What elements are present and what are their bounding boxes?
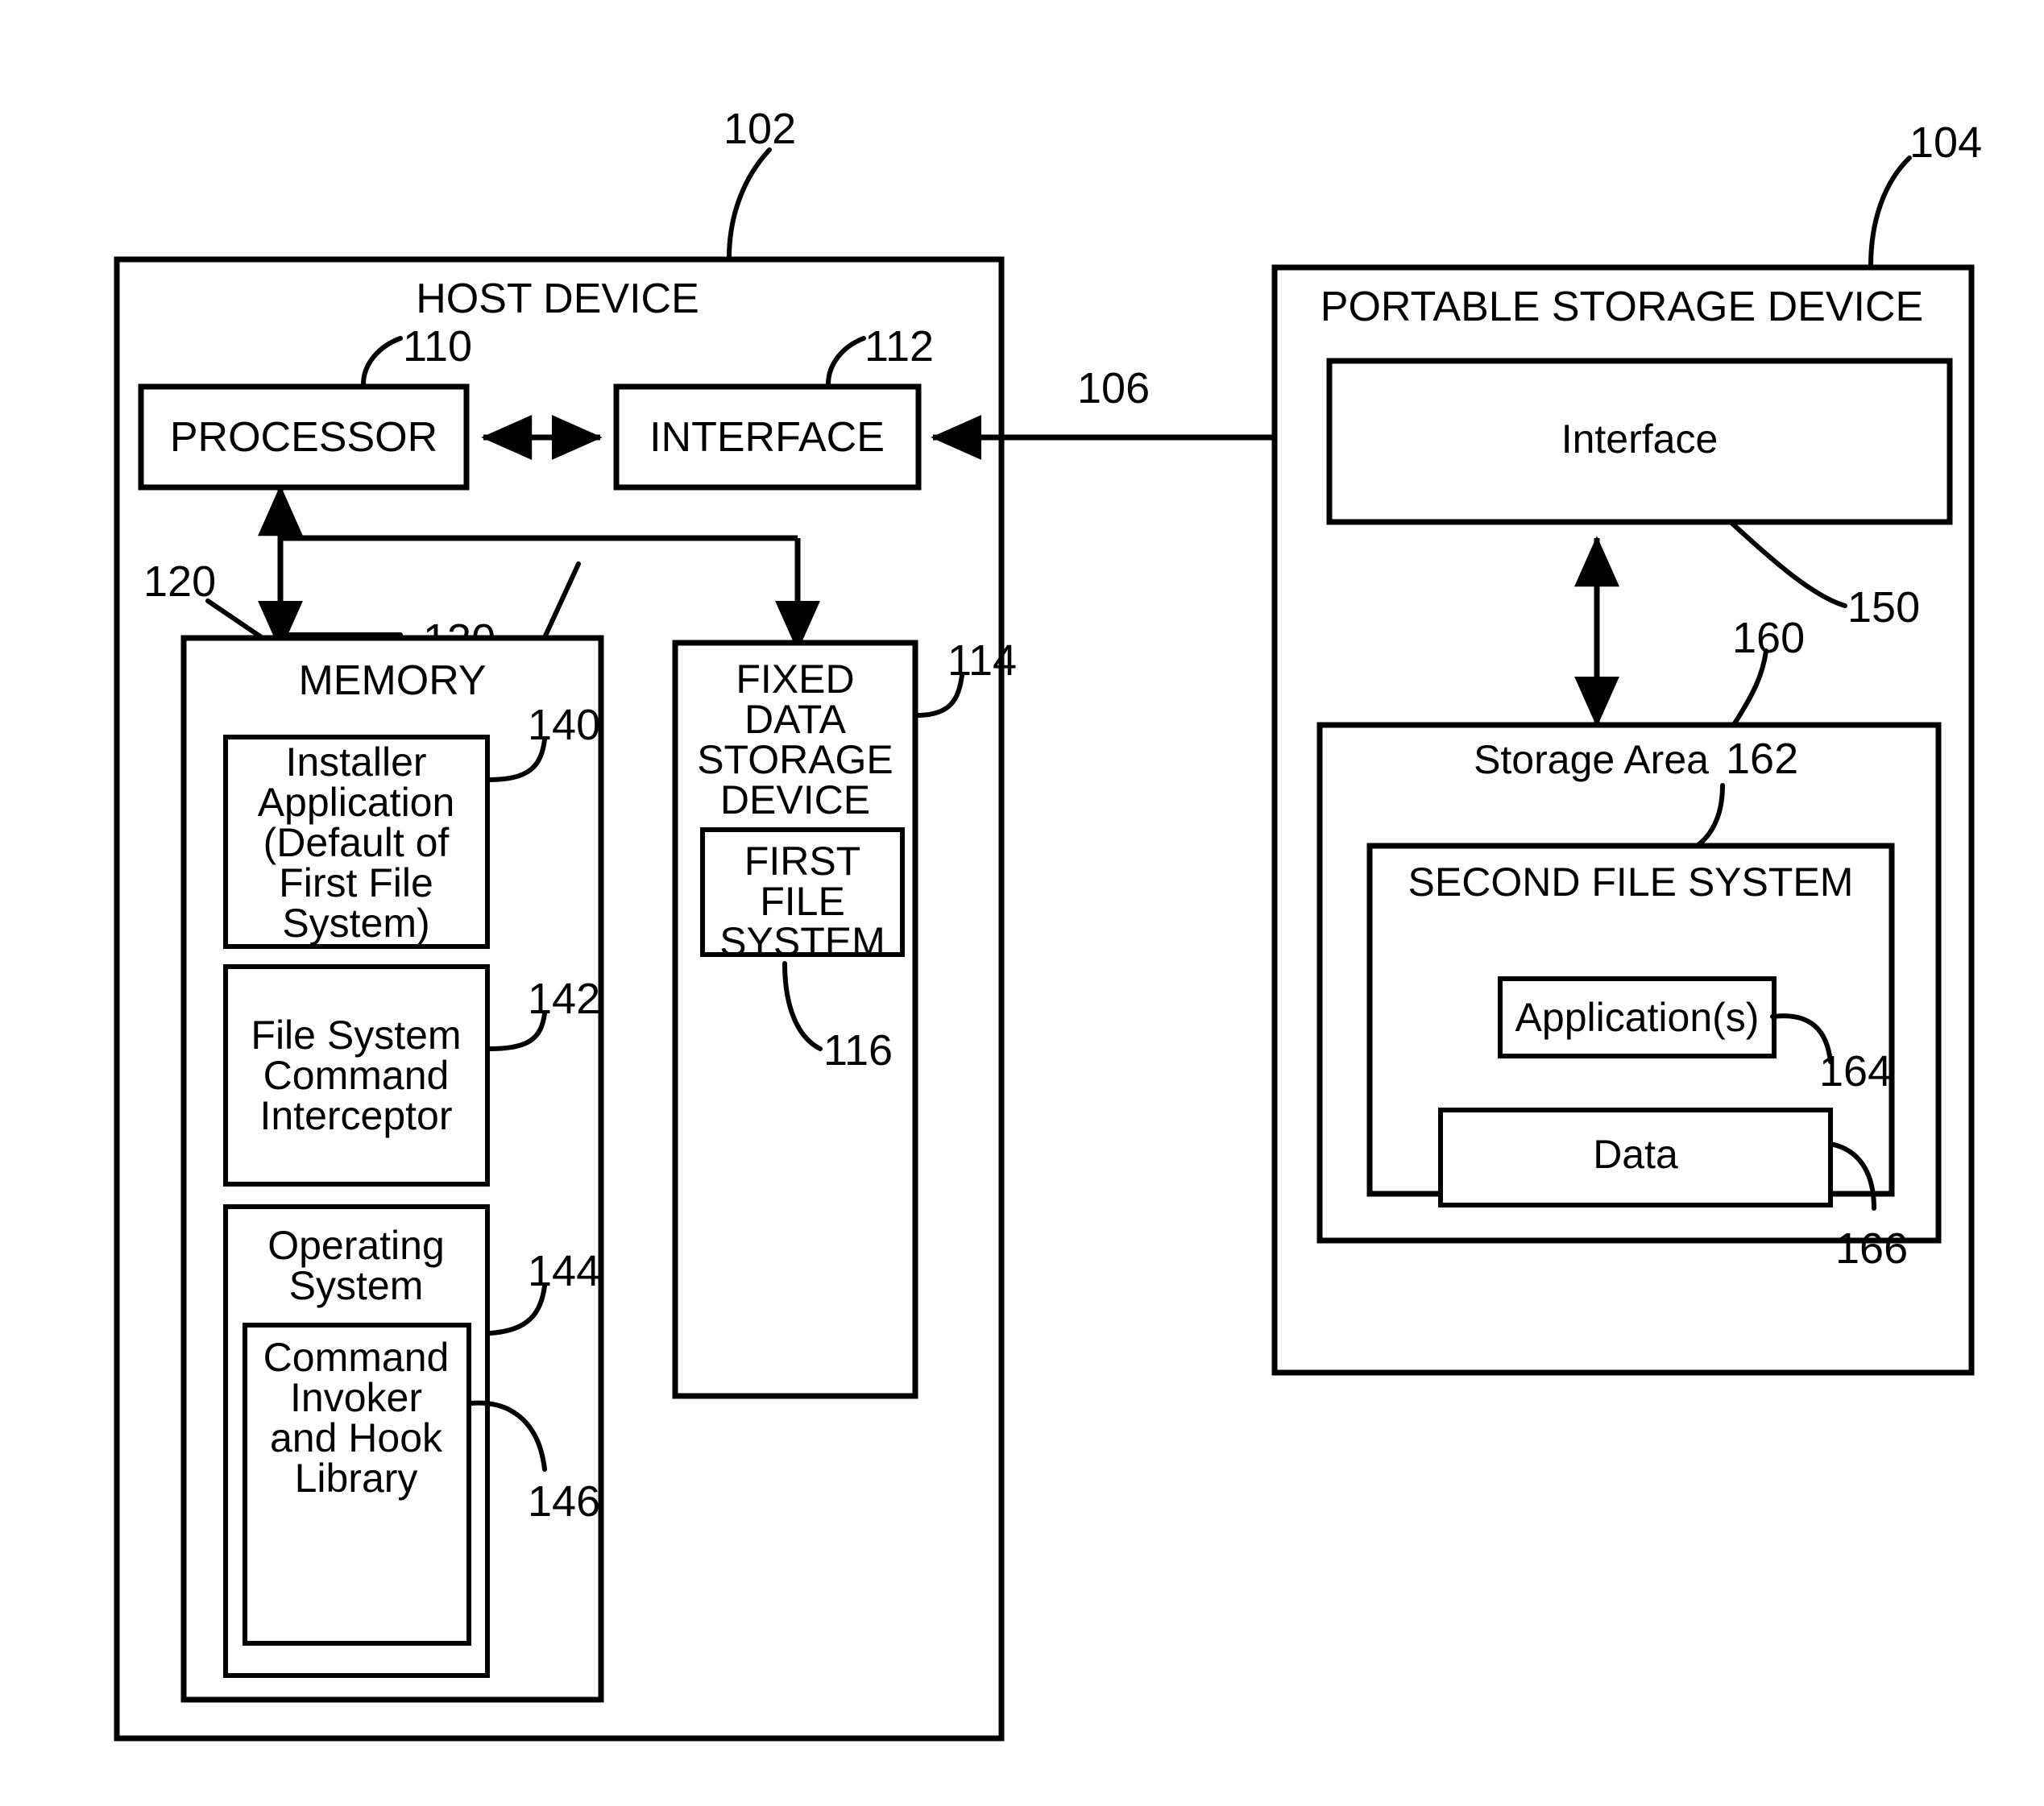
- cihl-ref: 146: [528, 1477, 600, 1526]
- ffs-line-2: FILE: [760, 879, 845, 924]
- portable-storage-device-ref-leader: [1868, 155, 1912, 268]
- operating-system-line-1: Operating: [267, 1223, 445, 1268]
- psd-interface-label: Interface: [1561, 416, 1719, 462]
- fsci-ref: 142: [528, 975, 600, 1023]
- host-device-ref-leader: [727, 147, 772, 260]
- data-label: Data: [1593, 1132, 1678, 1177]
- installer-application-line-4: First File: [279, 860, 433, 905]
- cihl-line-2: Invoker: [290, 1375, 422, 1420]
- installer-application-line-1: Installer: [285, 739, 426, 785]
- operating-system-line-2: System: [289, 1263, 424, 1308]
- fsci-line-3: Interceptor: [259, 1093, 452, 1138]
- fdsd-line-4: DEVICE: [720, 777, 870, 822]
- second-file-system-ref: 162: [1726, 735, 1798, 783]
- storage-area-ref: 160: [1732, 614, 1805, 662]
- applications-label: Application(s): [1515, 995, 1760, 1040]
- portable-storage-device-ref: 104: [1909, 118, 1982, 167]
- fdsd-line-1: FIXED: [736, 657, 854, 702]
- memory-ref: 120: [143, 557, 216, 606]
- installer-application-line-3: (Default of: [263, 820, 450, 865]
- operating-system-ref: 144: [528, 1247, 600, 1295]
- cihl-line-1: Command: [263, 1335, 450, 1380]
- psd-interface-ref: 150: [1847, 583, 1920, 632]
- fsci-line-1: File System: [251, 1013, 461, 1058]
- host-device-title: HOST DEVICE: [416, 275, 699, 322]
- fdsd-line-3: STORAGE: [697, 737, 893, 782]
- ffs-line-1: FIRST: [744, 839, 860, 884]
- host-interface-ref: 112: [864, 322, 934, 371]
- fdsd-ref: 114: [947, 636, 1017, 685]
- host-interface-label: INTERFACE: [649, 414, 885, 461]
- ffs-line-3: SYSTEM: [719, 919, 885, 964]
- figure-canvas: HOST DEVICE 102 PROCESSOR 110 INTERFACE …: [0, 0, 2044, 1806]
- installer-application-line-2: Application: [258, 780, 455, 825]
- second-file-system-label: SECOND FILE SYSTEM: [1408, 860, 1854, 905]
- memory-label: MEMORY: [298, 657, 486, 704]
- fdsd-line-2: DATA: [744, 697, 847, 742]
- ffs-ref: 116: [823, 1026, 893, 1075]
- processor-label: PROCESSOR: [170, 414, 437, 461]
- cihl-line-3: and Hook: [270, 1415, 443, 1460]
- connection-ref: 106: [1077, 364, 1150, 412]
- block-diagram: HOST DEVICE 102 PROCESSOR 110 INTERFACE …: [114, 105, 1982, 1742]
- processor-ref: 110: [403, 322, 472, 371]
- installer-application-ref: 140: [528, 701, 600, 749]
- data-ref: 166: [1835, 1224, 1908, 1273]
- installer-application-line-5: System): [282, 901, 429, 946]
- portable-storage-device-title: PORTABLE STORAGE DEVICE: [1321, 284, 1923, 330]
- cihl-line-4: Library: [295, 1456, 418, 1501]
- fsci-line-2: Command: [263, 1053, 450, 1098]
- applications-ref: 164: [1819, 1047, 1892, 1096]
- storage-area-label: Storage Area: [1474, 737, 1709, 782]
- host-device-ref: 102: [723, 105, 796, 153]
